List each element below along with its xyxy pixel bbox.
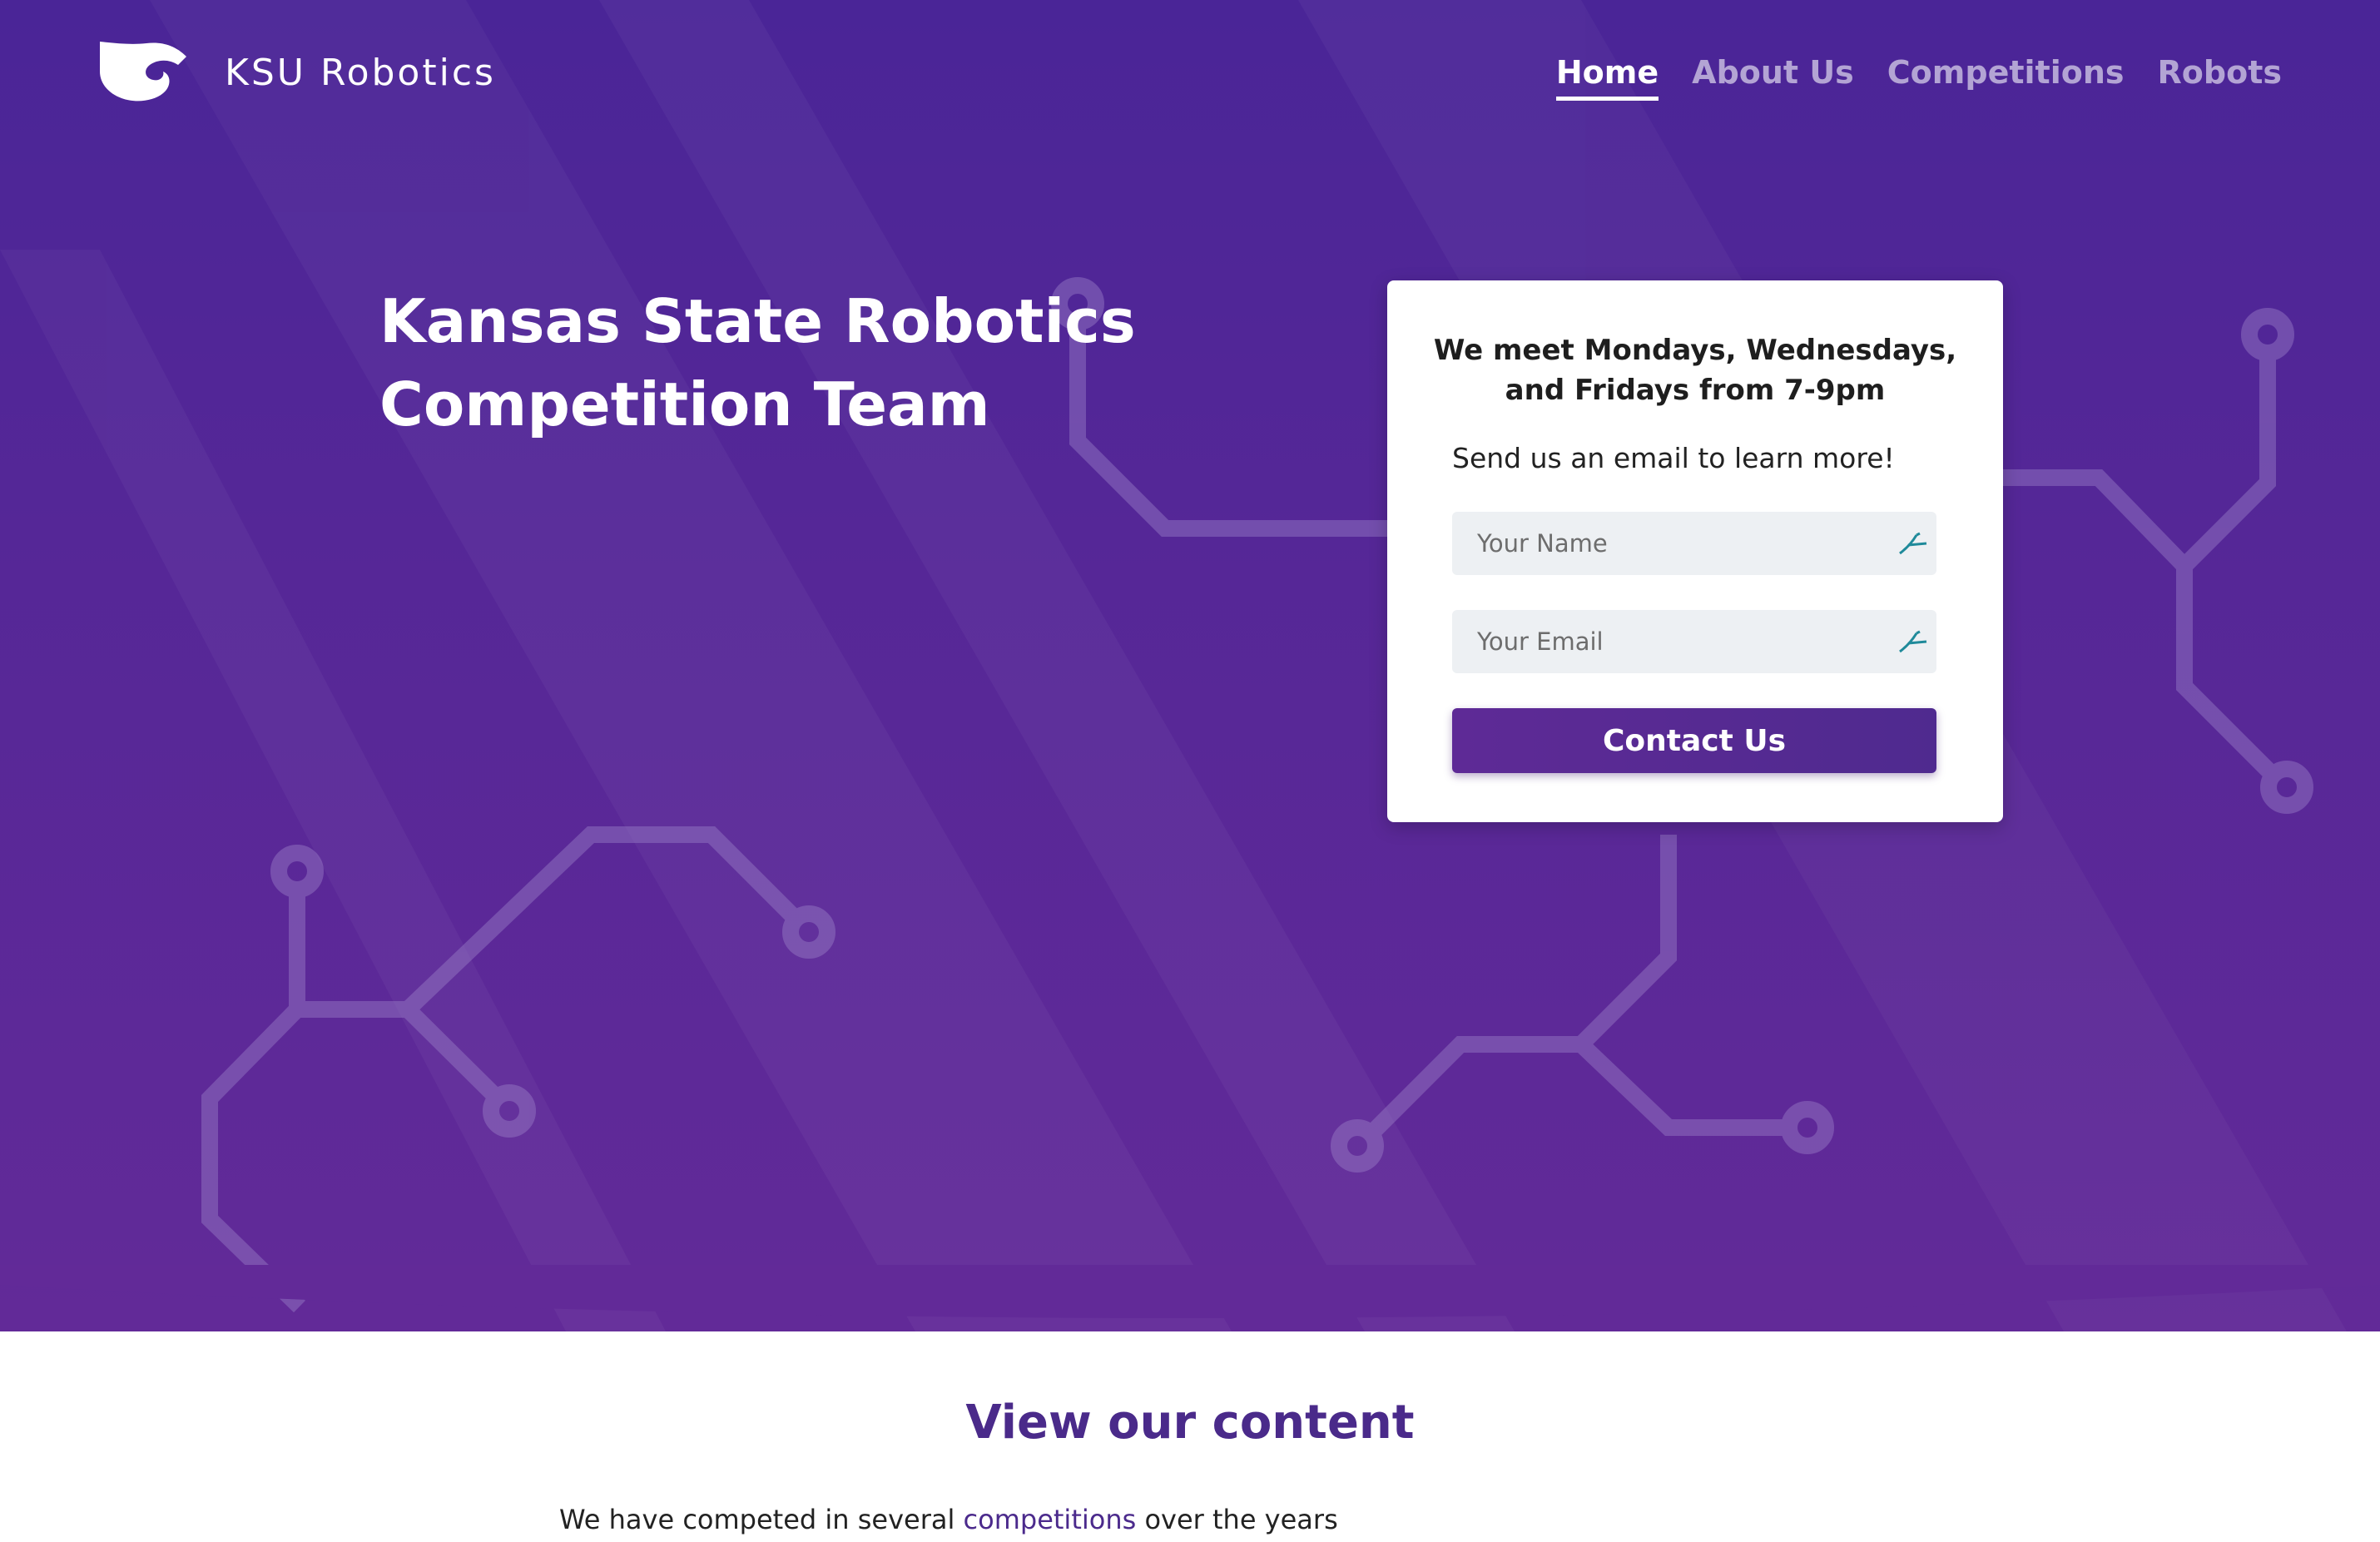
content-text-before: We have competed in several — [559, 1504, 964, 1535]
email-input[interactable] — [1452, 610, 1885, 673]
hero-section: KSU Robotics Home About Us Competitions … — [0, 0, 2380, 1331]
nav-about-us[interactable]: About Us — [1692, 50, 1854, 101]
content-intro-text: We have competed in several competitions… — [559, 1500, 1338, 1540]
autofill-icon[interactable] — [1897, 627, 1930, 657]
email-field[interactable] — [1452, 610, 1936, 673]
contact-card: We meet Mondays, Wednesdays, and Fridays… — [1387, 280, 2003, 822]
contact-us-button[interactable]: Contact Us — [1452, 708, 1936, 773]
hero-bottom-curve — [0, 1265, 2380, 1318]
competitions-link[interactable]: competitions — [964, 1504, 1137, 1535]
content-text-after: over the years — [1136, 1504, 1338, 1535]
circuit-decoration — [201, 277, 2313, 1313]
wildcat-logo-icon[interactable] — [98, 40, 190, 105]
autofill-icon[interactable] — [1897, 528, 1930, 558]
nav-robots[interactable]: Robots — [2158, 50, 2282, 101]
contact-prompt: Send us an email to learn more! — [1452, 442, 1895, 474]
hero-title-line-2: Competition Team — [379, 369, 990, 439]
hero-title: Kansas State Robotics Competition Team — [379, 280, 1136, 446]
meeting-schedule-heading: We meet Mondays, Wednesdays, and Fridays… — [1421, 330, 1970, 410]
nav-competitions[interactable]: Competitions — [1887, 50, 2125, 101]
brand-name[interactable]: KSU Robotics — [225, 48, 496, 98]
name-input[interactable] — [1452, 512, 1885, 575]
content-section-title: View our content — [965, 1396, 1415, 1450]
meeting-schedule-line-2: and Fridays from 7-9pm — [1505, 374, 1886, 407]
meeting-schedule-line-1: We meet Mondays, Wednesdays, — [1433, 334, 1957, 367]
page: KSU Robotics Home About Us Competitions … — [0, 0, 2380, 1542]
main-nav: Home About Us Competitions Robots — [1523, 50, 2282, 101]
hero-title-line-1: Kansas State Robotics — [379, 286, 1136, 356]
name-field[interactable] — [1452, 512, 1936, 575]
nav-home[interactable]: Home — [1555, 50, 1659, 101]
